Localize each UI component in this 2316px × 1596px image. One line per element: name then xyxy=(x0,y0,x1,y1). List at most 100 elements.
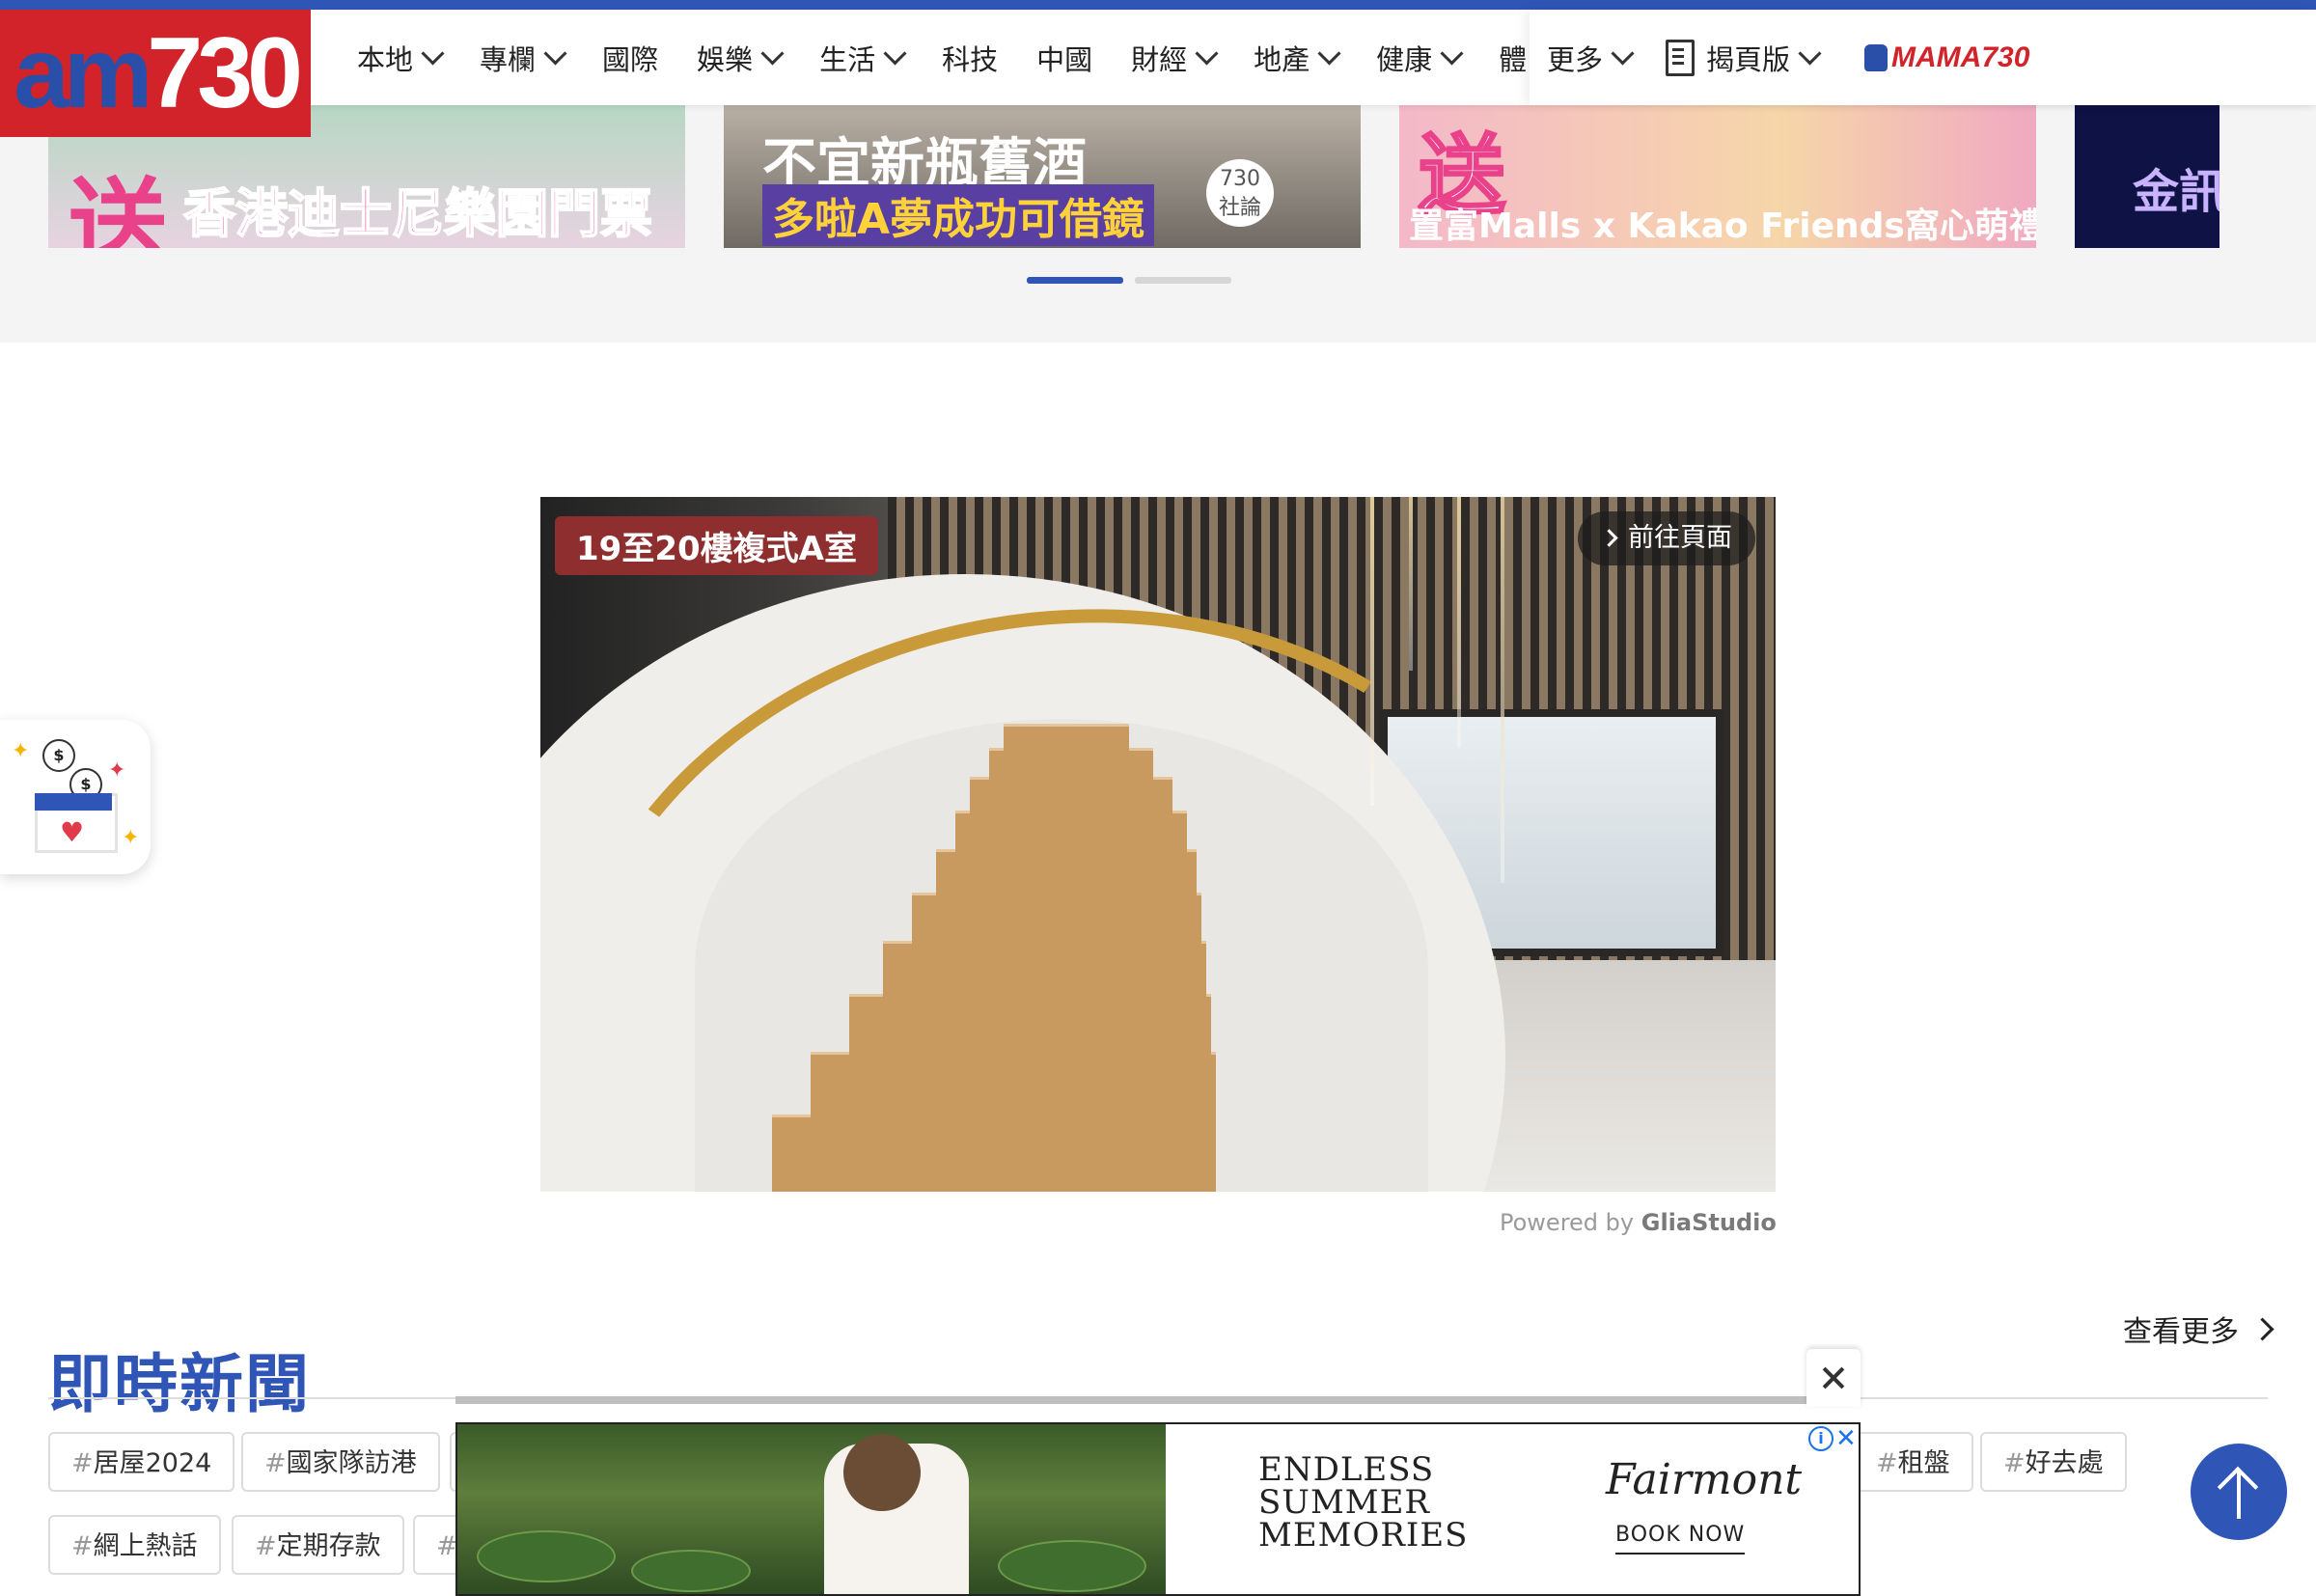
carousel-slide[interactable]: 送 置富Malls x Kakao Friends窩心萌禮 xyxy=(1399,105,2036,248)
pendant-light xyxy=(1370,497,1374,806)
chevron-down-icon xyxy=(543,41,567,66)
powered-brand[interactable]: GliaStudio xyxy=(1641,1209,1777,1236)
nav-label: 更多 xyxy=(1547,42,1604,76)
promo-carousel: 送 香港迪士尼樂園門票 不宜新瓶舊酒 多啦A夢成功可借鏡 730 社論 送 置富M… xyxy=(0,105,2316,343)
lily-pad xyxy=(998,1540,1146,1592)
ad-dismiss-icon[interactable]: ✕ xyxy=(1835,1424,1857,1453)
ad-image xyxy=(457,1424,1166,1594)
tag-chip[interactable]: #好去處 xyxy=(1980,1432,2127,1492)
nav-item-lifestyle[interactable]: 生活 xyxy=(800,10,923,105)
heart-icon: ♥ xyxy=(60,816,85,848)
nav-label: 財經 xyxy=(1131,42,1188,76)
tag-chip[interactable]: #租盤 xyxy=(1853,1432,1973,1492)
editorial-badge: 730 社論 xyxy=(1206,159,1274,227)
tag-label: 租盤 xyxy=(1897,1448,1950,1478)
donation-widget[interactable]: $ $ ✦ ✦ ✦ ♥ xyxy=(0,720,151,874)
epaper-icon xyxy=(1666,39,1696,76)
slide-subtitle: 多啦A夢成功可借鏡 xyxy=(762,184,1155,246)
tag-label: 居屋2024 xyxy=(93,1448,212,1478)
hash-symbol: # xyxy=(71,1448,94,1478)
see-more-link[interactable]: 查看更多 xyxy=(2123,1307,2275,1350)
nav-item-property[interactable]: 地產 xyxy=(1234,10,1357,105)
chevron-down-icon xyxy=(1440,41,1464,66)
pendant-light xyxy=(1457,497,1461,748)
ad-top-bar xyxy=(455,1396,1806,1404)
carousel-slide[interactable]: 金訊 xyxy=(2075,105,2220,248)
carousel-slide[interactable]: 不宜新瓶舊酒 多啦A夢成功可借鏡 730 社論 xyxy=(724,105,1361,248)
arrow-up-icon-stem xyxy=(2237,1471,2241,1519)
pendant-light xyxy=(1501,497,1504,883)
chevron-down-icon xyxy=(421,41,445,66)
nav-item-finance[interactable]: 財經 xyxy=(1112,10,1234,105)
nav-label: 揭頁版 xyxy=(1706,42,1791,76)
nav-item-local[interactable]: 本地 xyxy=(338,10,460,105)
video-player[interactable]: 19至20樓複式A室 前往頁面 xyxy=(540,497,1776,1192)
tag-label: 網上熱話 xyxy=(93,1531,198,1561)
gift-box-lid xyxy=(35,793,112,811)
main-nav: 本地 專欄 國際 娛樂 生活 科技 中國 財經 地產 健康 體 xyxy=(338,10,1546,105)
chevron-right-icon xyxy=(2250,1316,2275,1341)
adchoices-info-icon[interactable]: i xyxy=(1808,1426,1834,1451)
nav-label: 娛樂 xyxy=(697,42,754,76)
hash-symbol: # xyxy=(1876,1448,1898,1478)
tag-label: 定期存款 xyxy=(276,1531,381,1561)
nav-item-columns[interactable]: 專欄 xyxy=(460,10,583,105)
nav-item-health[interactable]: 健康 xyxy=(1357,10,1479,105)
video-caption: 19至20樓複式A室 xyxy=(555,516,878,575)
powered-prefix: Powered by xyxy=(1500,1209,1635,1236)
ad-cta-button[interactable]: BOOK NOW xyxy=(1615,1523,1746,1555)
hash-symbol: # xyxy=(255,1531,277,1561)
carousel-dots xyxy=(1027,277,1231,284)
nav-label: 生活 xyxy=(819,42,876,76)
nav-label: 國際 xyxy=(602,42,659,76)
sparkle-icon: ✦ xyxy=(12,739,30,763)
badge-label: 社論 xyxy=(1218,196,1261,220)
see-more-label: 查看更多 xyxy=(2123,1315,2239,1349)
nav-label: 專欄 xyxy=(480,42,537,76)
bottom-ad-banner[interactable]: ENDLESS SUMMER MEMORIES Fairmont BOOK NO… xyxy=(455,1422,1861,1596)
tag-label: 好去處 xyxy=(2025,1448,2104,1478)
nav-item-international[interactable]: 國際 xyxy=(583,10,677,105)
slide-title: 金訊 xyxy=(2133,165,2220,219)
site-logo[interactable]: am 730 xyxy=(0,10,311,137)
badge-number: 730 xyxy=(1220,167,1260,191)
mama730-link[interactable]: MAMA730 xyxy=(1864,41,2029,74)
section-title: 即時新聞 xyxy=(48,1346,311,1421)
top-accent-bar xyxy=(0,0,2316,10)
nav-label: 地產 xyxy=(1254,42,1310,76)
nav-label: 中國 xyxy=(1036,42,1093,76)
mama-lock-icon xyxy=(1864,43,1889,71)
ad-headline: ENDLESS SUMMER MEMORIES xyxy=(1258,1450,1469,1555)
hash-symbol: # xyxy=(71,1531,94,1561)
nav-right-group: 更多 揭頁版 MAMA730 xyxy=(1530,10,2316,105)
nav-item-more[interactable]: 更多 xyxy=(1530,10,1648,105)
chevron-right-icon xyxy=(1600,529,1618,547)
slide-title: 香港迪士尼樂園門票 xyxy=(182,182,653,245)
tag-label: 國家隊訪港 xyxy=(286,1448,417,1478)
slide-title: 置富Malls x Kakao Friends窩心萌禮 xyxy=(1409,206,2036,246)
nav-label: 健康 xyxy=(1376,42,1433,76)
tag-chip[interactable]: #居屋2024 xyxy=(48,1432,235,1492)
nav-item-entertainment[interactable]: 娛樂 xyxy=(677,10,800,105)
chevron-down-icon xyxy=(1798,41,1822,66)
video-pendant-lights xyxy=(1332,497,1563,902)
nav-item-china[interactable]: 中國 xyxy=(1017,10,1112,105)
nav-item-epaper[interactable]: 揭頁版 xyxy=(1648,10,1835,105)
goto-page-button[interactable]: 前往頁面 xyxy=(1578,511,1755,565)
lily-pad xyxy=(631,1550,751,1592)
tag-chip[interactable]: #定期存款 xyxy=(232,1515,404,1575)
tag-chip[interactable]: #國家隊訪港 xyxy=(241,1432,440,1492)
back-to-top-button[interactable] xyxy=(2191,1444,2287,1540)
mama-label: MAMA730 xyxy=(1891,41,2030,73)
tag-chip[interactable]: #網上熱話 xyxy=(48,1515,221,1575)
nav-item-tech[interactable]: 科技 xyxy=(923,10,1017,105)
chevron-down-icon xyxy=(1317,41,1341,66)
ad-close-button[interactable] xyxy=(1806,1349,1861,1407)
lily-pad xyxy=(477,1530,616,1582)
chevron-down-icon xyxy=(760,41,785,66)
ad-brand: Fairmont xyxy=(1606,1455,1803,1504)
nav-label: 科技 xyxy=(942,42,999,76)
carousel-dot-active[interactable] xyxy=(1027,277,1123,284)
carousel-dot[interactable] xyxy=(1135,277,1231,284)
ad-model-hair xyxy=(843,1434,921,1511)
